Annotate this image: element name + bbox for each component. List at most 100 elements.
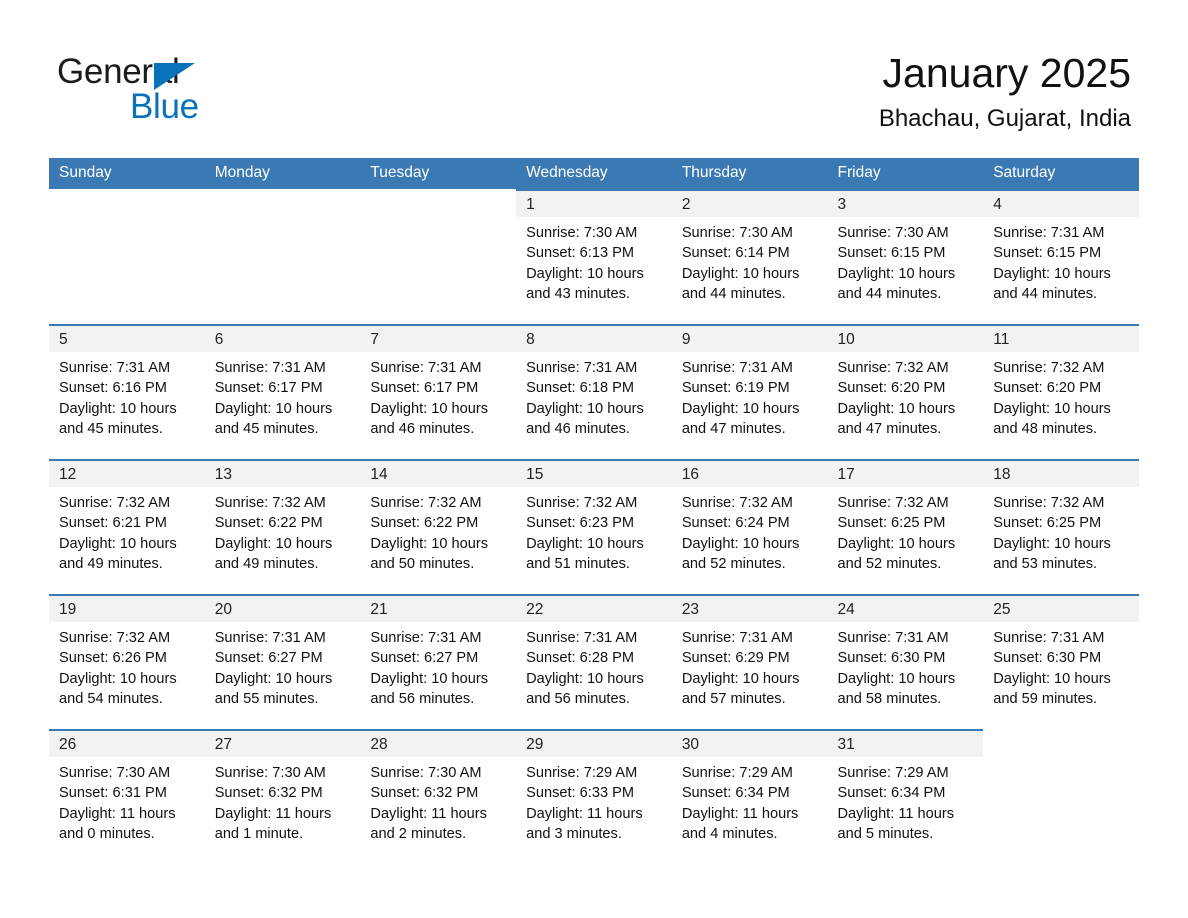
weekday-header-monday: Monday: [204, 158, 361, 189]
day-number: 16: [671, 461, 828, 487]
sunrise-text: Sunrise: 7:32 AM: [993, 495, 1105, 511]
calendar-day[interactable]: 13 Sunrise: 7:32 AM Sunset: 6:22 PM Dayligh…: [204, 459, 361, 594]
calendar-cell: 13 Sunrise: 7:32 AM Sunset: 6:22 PM Dayligh…: [204, 459, 361, 594]
calendar-day[interactable]: 8 Sunrise: 7:31 AM Sunset: 6:18 PM Daylight…: [516, 324, 672, 459]
sunset-text: Sunset: 6:18 PM: [526, 380, 635, 397]
calendar-day[interactable]: 21 Sunrise: 7:31 AM Sunset: 6:27 PM Dayligh…: [360, 594, 517, 729]
calendar-cell: 4 Sunrise: 7:31 AM Sunset: 6:15 PM Daylight…: [983, 189, 1139, 324]
day-number: 4: [983, 191, 1139, 217]
calendar-cell: [204, 189, 361, 324]
general-blue-logo[interactable]: General Blue: [57, 52, 317, 128]
calendar-day[interactable]: 15 Sunrise: 7:32 AM Sunset: 6:23 PM Dayligh…: [516, 459, 672, 594]
sunset-text: Sunset: 6:32 PM: [370, 785, 479, 802]
calendar-day[interactable]: 10 Sunrise: 7:32 AM Sunset: 6:20 PM Dayligh…: [827, 324, 984, 459]
calendar-cell: 8 Sunrise: 7:31 AM Sunset: 6:18 PM Daylight…: [516, 324, 672, 459]
sunset-text: Sunset: 6:25 PM: [993, 515, 1102, 532]
day-details: Sunrise: 7:32 AM Sunset: 6:21 PM Daylight:…: [49, 487, 205, 575]
sunset-text: Sunset: 6:30 PM: [993, 650, 1102, 667]
calendar-day-empty: [49, 189, 205, 324]
sunrise-text: Sunrise: 7:32 AM: [681, 495, 793, 511]
calendar-day[interactable]: 27 Sunrise: 7:30 AM Sunset: 6:32 PM Dayligh…: [204, 729, 361, 864]
calendar-cell: [360, 189, 517, 324]
day-details: Sunrise: 7:31 AM Sunset: 6:17 PM Daylight:…: [205, 352, 361, 440]
weekday-header-saturday: Saturday: [983, 158, 1139, 189]
sunset-text: Sunset: 6:33 PM: [526, 785, 635, 802]
calendar-day[interactable]: 14 Sunrise: 7:32 AM Sunset: 6:22 PM Dayligh…: [360, 459, 517, 594]
calendar-day[interactable]: 9 Sunrise: 7:31 AM Sunset: 6:19 PM Daylight…: [671, 324, 828, 459]
sunrise-text: Sunrise: 7:32 AM: [370, 495, 482, 511]
calendar-day[interactable]: 1 Sunrise: 7:30 AM Sunset: 6:13 PM Daylight…: [516, 189, 672, 324]
daylight-text-line2: and 48 minutes.: [993, 421, 1098, 438]
calendar-page: General Blue January 2025 Bhachau, Gujar…: [0, 0, 1188, 918]
calendar-day[interactable]: 18 Sunrise: 7:32 AM Sunset: 6:25 PM Dayligh…: [983, 459, 1139, 594]
calendar-day[interactable]: 29 Sunrise: 7:29 AM Sunset: 6:33 PM Dayligh…: [516, 729, 672, 864]
daylight-text-line1: Daylight: 10 hours: [837, 535, 956, 552]
calendar-day[interactable]: 20 Sunrise: 7:31 AM Sunset: 6:27 PM Dayligh…: [204, 594, 361, 729]
calendar-day[interactable]: 28 Sunrise: 7:30 AM Sunset: 6:32 PM Dayligh…: [360, 729, 517, 864]
sunrise-text: Sunrise: 7:29 AM: [837, 765, 949, 781]
calendar-day[interactable]: 5 Sunrise: 7:31 AM Sunset: 6:16 PM Daylight…: [49, 324, 205, 459]
calendar-cell: 31 Sunrise: 7:29 AM Sunset: 6:34 PM Dayligh…: [827, 729, 984, 864]
daylight-text-line1: Daylight: 11 hours: [837, 805, 955, 822]
daylight-text-line2: and 46 minutes.: [526, 421, 630, 438]
calendar-day[interactable]: 19 Sunrise: 7:32 AM Sunset: 6:26 PM Dayligh…: [49, 594, 205, 729]
day-details: Sunrise: 7:31 AM Sunset: 6:27 PM Daylight:…: [205, 622, 361, 710]
calendar-day[interactable]: 23 Sunrise: 7:31 AM Sunset: 6:29 PM Dayligh…: [671, 594, 828, 729]
calendar-day[interactable]: 11 Sunrise: 7:32 AM Sunset: 6:20 PM Dayligh…: [983, 324, 1139, 459]
calendar-day[interactable]: 22 Sunrise: 7:31 AM Sunset: 6:28 PM Dayligh…: [516, 594, 672, 729]
calendar-day[interactable]: 4 Sunrise: 7:31 AM Sunset: 6:15 PM Daylight…: [983, 189, 1139, 324]
sunrise-text: Sunrise: 7:32 AM: [59, 495, 171, 511]
daylight-text-line2: and 52 minutes.: [837, 556, 942, 573]
daylight-text-line2: and 44 minutes.: [993, 286, 1098, 303]
sunset-text: Sunset: 6:19 PM: [681, 380, 790, 397]
calendar-day[interactable]: 24 Sunrise: 7:31 AM Sunset: 6:30 PM Dayligh…: [827, 594, 984, 729]
day-number: 2: [671, 191, 828, 217]
day-number: 8: [516, 326, 672, 352]
daylight-text-line1: Daylight: 10 hours: [59, 535, 177, 552]
calendar-day[interactable]: 17 Sunrise: 7:32 AM Sunset: 6:25 PM Dayligh…: [827, 459, 984, 594]
day-number: 10: [827, 326, 984, 352]
sunrise-text: Sunrise: 7:32 AM: [59, 630, 171, 646]
calendar-cell: 14 Sunrise: 7:32 AM Sunset: 6:22 PM Dayligh…: [360, 459, 517, 594]
daylight-text-line1: Daylight: 10 hours: [681, 535, 800, 552]
day-number: 30: [671, 731, 828, 757]
sunrise-text: Sunrise: 7:32 AM: [214, 495, 326, 511]
calendar-day[interactable]: 26 Sunrise: 7:30 AM Sunset: 6:31 PM Dayligh…: [49, 729, 205, 864]
daylight-text-line1: Daylight: 10 hours: [370, 670, 489, 687]
sunset-text: Sunset: 6:27 PM: [370, 650, 479, 667]
daylight-text-line1: Daylight: 10 hours: [993, 535, 1111, 552]
calendar-day[interactable]: 16 Sunrise: 7:32 AM Sunset: 6:24 PM Dayligh…: [671, 459, 828, 594]
day-number: 27: [204, 731, 361, 757]
calendar-day[interactable]: 2 Sunrise: 7:30 AM Sunset: 6:14 PM Daylight…: [671, 189, 828, 324]
day-number: 29: [516, 731, 672, 757]
daylight-text-line1: Daylight: 10 hours: [370, 400, 489, 417]
sunset-text: Sunset: 6:30 PM: [837, 650, 946, 667]
calendar-day[interactable]: 6 Sunrise: 7:31 AM Sunset: 6:17 PM Daylight…: [204, 324, 361, 459]
day-number: 21: [360, 596, 517, 622]
calendar-cell: 1 Sunrise: 7:30 AM Sunset: 6:13 PM Daylight…: [516, 189, 672, 324]
day-number: 18: [983, 461, 1139, 487]
calendar-day[interactable]: 12 Sunrise: 7:32 AM Sunset: 6:21 PM Dayligh…: [49, 459, 205, 594]
day-details: Sunrise: 7:32 AM Sunset: 6:26 PM Daylight:…: [49, 622, 205, 710]
weekday-header-wednesday: Wednesday: [516, 158, 672, 189]
calendar-day[interactable]: 30 Sunrise: 7:29 AM Sunset: 6:34 PM Dayligh…: [671, 729, 828, 864]
day-number: 1: [516, 191, 672, 217]
daylight-text-line1: Daylight: 10 hours: [59, 670, 177, 687]
calendar-week-row: 12 Sunrise: 7:32 AM Sunset: 6:21 PM Dayligh…: [49, 459, 1139, 594]
calendar-cell: 15 Sunrise: 7:32 AM Sunset: 6:23 PM Dayligh…: [516, 459, 672, 594]
sunset-text: Sunset: 6:20 PM: [993, 380, 1102, 397]
calendar-day[interactable]: 31 Sunrise: 7:29 AM Sunset: 6:34 PM Dayligh…: [827, 729, 984, 864]
calendar-day[interactable]: 7 Sunrise: 7:31 AM Sunset: 6:17 PM Daylight…: [360, 324, 517, 459]
sunrise-text: Sunrise: 7:30 AM: [59, 765, 171, 781]
sunset-text: Sunset: 6:20 PM: [837, 380, 946, 397]
calendar-day[interactable]: 25 Sunrise: 7:31 AM Sunset: 6:30 PM Dayligh…: [983, 594, 1139, 729]
calendar-cell: 5 Sunrise: 7:31 AM Sunset: 6:16 PM Daylight…: [49, 324, 205, 459]
sunrise-text: Sunrise: 7:31 AM: [681, 630, 793, 646]
calendar-day[interactable]: 3 Sunrise: 7:30 AM Sunset: 6:15 PM Daylight…: [827, 189, 984, 324]
daylight-text-line2: and 4 minutes.: [681, 826, 778, 843]
daylight-text-line2: and 47 minutes.: [837, 421, 942, 438]
daylight-text-line2: and 53 minutes.: [993, 556, 1098, 573]
daylight-text-line1: Daylight: 11 hours: [370, 805, 487, 822]
day-details: Sunrise: 7:31 AM Sunset: 6:17 PM Daylight:…: [360, 352, 516, 440]
sunset-text: Sunset: 6:21 PM: [59, 515, 167, 532]
